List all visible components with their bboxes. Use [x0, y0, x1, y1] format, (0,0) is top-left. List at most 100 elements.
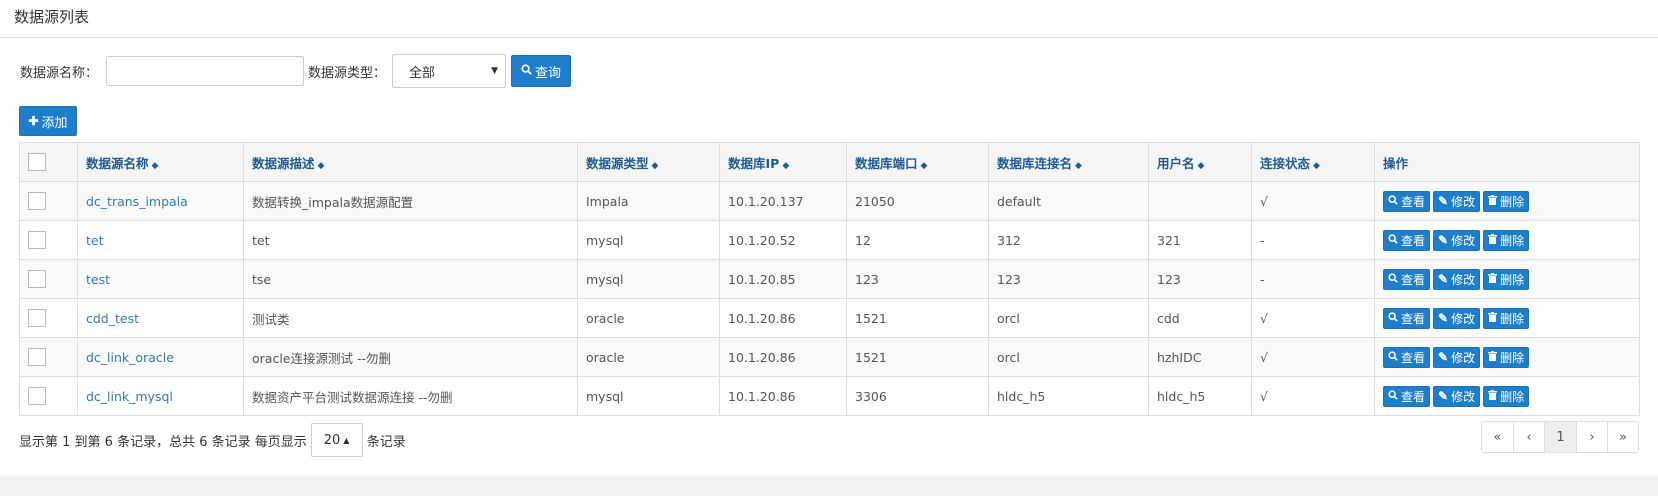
edit-button[interactable]: ✎ 修改	[1433, 307, 1481, 329]
datasource-name-link[interactable]: dc_link_mysql	[86, 389, 173, 404]
select-all-checkbox[interactable]	[28, 153, 46, 171]
edit-button[interactable]: ✎ 修改	[1433, 385, 1481, 407]
row-checkbox[interactable]	[28, 270, 46, 288]
row-select-cell	[19, 337, 78, 377]
row-checkbox[interactable]	[28, 309, 46, 327]
cell-description: oracle连接源测试 --勿删	[243, 337, 578, 377]
edit-button[interactable]: ✎ 修改	[1433, 268, 1481, 290]
view-button[interactable]: 查看	[1383, 385, 1431, 407]
cell-type: mysql	[577, 259, 720, 299]
table-header-row: 数据源名称 ◆ 数据源描述 ◆ 数据源类型 ◆ 数据库IP ◆ 数据库端口 ◆ 数据库连接…	[19, 142, 1640, 182]
header-port[interactable]: 数据库端口 ◆	[846, 142, 989, 182]
caret-up-icon: ▲	[343, 435, 350, 445]
datasource-name-link[interactable]: cdd_test	[86, 311, 139, 326]
sort-icon: ◆	[317, 160, 325, 171]
row-checkbox[interactable]	[28, 192, 46, 210]
row-checkbox[interactable]	[28, 231, 46, 249]
plus-icon: ✚	[28, 114, 39, 128]
row-checkbox[interactable]	[28, 387, 46, 405]
trash-icon	[1488, 389, 1498, 403]
cell-username: 321	[1148, 220, 1252, 260]
zoom-icon	[1388, 233, 1398, 247]
trash-icon	[1488, 272, 1498, 286]
cell-connection-name: orcl	[988, 298, 1149, 338]
delete-button[interactable]: 删除	[1483, 307, 1530, 329]
header-description[interactable]: 数据源描述 ◆	[243, 142, 578, 182]
cell-name: dc_link_mysql	[77, 376, 244, 416]
next-page-button[interactable]: ›	[1576, 422, 1607, 452]
search-bar: 数据源名称： 数据源类型： 全部 ▼ 查询	[20, 54, 572, 88]
cell-actions: 查看 ✎ 修改 删除	[1374, 337, 1640, 377]
view-button[interactable]: 查看	[1383, 268, 1431, 290]
edit-icon: ✎	[1438, 389, 1449, 403]
cell-description: tse	[243, 259, 578, 299]
header-name[interactable]: 数据源名称 ◆	[77, 142, 244, 182]
header-actions: 操作	[1374, 142, 1640, 182]
cell-username: cdd	[1148, 298, 1252, 338]
query-button[interactable]: 查询	[511, 55, 572, 87]
first-page-button[interactable]: «	[1482, 422, 1513, 452]
datasource-type-select[interactable]: 全部 ▼	[392, 54, 507, 88]
delete-button[interactable]: 删除	[1483, 385, 1530, 407]
page-size-value: 20	[323, 432, 341, 448]
view-button[interactable]: 查看	[1383, 307, 1431, 329]
cell-actions: 查看 ✎ 修改 删除	[1374, 376, 1640, 416]
view-button[interactable]: 查看	[1383, 346, 1431, 368]
delete-button[interactable]: 删除	[1483, 229, 1530, 251]
header-connection-name[interactable]: 数据库连接名 ◆	[988, 142, 1149, 182]
header-ip[interactable]: 数据库IP ◆	[719, 142, 847, 182]
cell-ip: 10.1.20.86	[719, 337, 847, 377]
zoom-icon	[1388, 350, 1398, 364]
cell-status: -	[1251, 259, 1375, 299]
datasource-name-link[interactable]: test	[86, 272, 110, 287]
add-label: 添加	[41, 114, 68, 130]
cell-actions: 查看 ✎ 修改 删除	[1374, 298, 1640, 338]
edit-button[interactable]: ✎ 修改	[1433, 229, 1481, 251]
cell-name: test	[77, 259, 244, 299]
sort-icon: ◆	[651, 160, 659, 171]
sort-icon: ◆	[1313, 160, 1320, 171]
edit-icon: ✎	[1438, 350, 1449, 364]
edit-button[interactable]: ✎ 修改	[1433, 346, 1481, 368]
header-username[interactable]: 用户名 ◆	[1148, 142, 1252, 182]
prev-page-button[interactable]: ‹	[1513, 422, 1544, 452]
cell-connection-name: 123	[988, 259, 1149, 299]
cell-ip: 10.1.20.85	[719, 259, 847, 299]
page-size-select[interactable]: 20 ▲	[310, 423, 363, 457]
cell-status: √	[1251, 337, 1375, 377]
cell-status: √	[1251, 376, 1375, 416]
delete-button[interactable]: 删除	[1483, 346, 1530, 368]
sort-icon: ◆	[1075, 160, 1082, 171]
edit-button[interactable]: ✎ 修改	[1433, 190, 1481, 212]
cell-port: 123	[846, 259, 989, 299]
search-icon	[521, 64, 532, 78]
datasource-name-input[interactable]	[106, 56, 305, 86]
delete-button[interactable]: 删除	[1483, 190, 1530, 212]
header-type[interactable]: 数据源类型 ◆	[577, 142, 720, 182]
edit-icon: ✎	[1438, 233, 1449, 247]
datasource-name-link[interactable]: dc_link_oracle	[86, 350, 174, 365]
cell-name: dc_trans_impala	[77, 181, 244, 221]
row-checkbox[interactable]	[28, 348, 46, 366]
row-select-cell	[19, 181, 78, 221]
table-row: dc_link_oracle oracle连接源测试 --勿删 oracle 10.1…	[19, 337, 1640, 377]
view-button[interactable]: 查看	[1383, 229, 1431, 251]
cell-username: 123	[1148, 259, 1252, 299]
header-status[interactable]: 连接状态 ◆	[1251, 142, 1375, 182]
zoom-icon	[1388, 272, 1398, 286]
add-button[interactable]: ✚ 添加	[19, 106, 77, 136]
trash-icon	[1488, 350, 1498, 364]
cell-actions: 查看 ✎ 修改 删除	[1374, 259, 1640, 299]
page-1-button[interactable]: 1	[1544, 422, 1576, 452]
last-page-button[interactable]: »	[1607, 422, 1638, 452]
cell-connection-name: hldc_h5	[988, 376, 1149, 416]
datasource-name-link[interactable]: dc_trans_impala	[86, 194, 188, 209]
cell-description: tet	[243, 220, 578, 260]
datasource-name-link[interactable]: tet	[86, 233, 104, 248]
cell-name: cdd_test	[77, 298, 244, 338]
view-button[interactable]: 查看	[1383, 190, 1431, 212]
row-select-cell	[19, 298, 78, 338]
cell-status: -	[1251, 220, 1375, 260]
delete-button[interactable]: 删除	[1483, 268, 1530, 290]
type-label: 数据源类型：	[308, 65, 387, 81]
